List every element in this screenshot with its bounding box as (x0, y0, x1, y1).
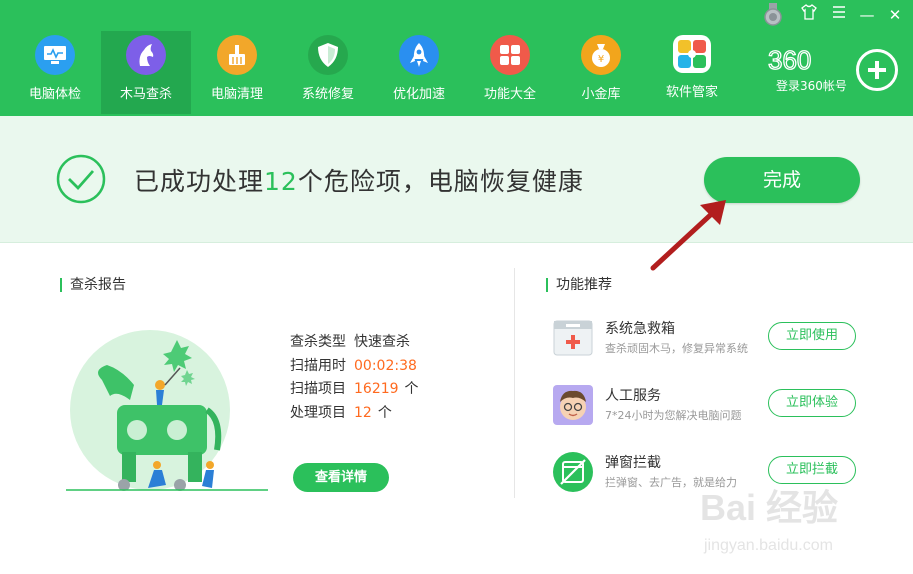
recommend-title: 功能推荐 (546, 278, 612, 292)
brand-logo: 360 (768, 48, 812, 72)
nav-item-software-manager[interactable]: 软件管家 (647, 31, 737, 114)
result-banner: 已成功处理12个危险项，电脑恢复健康 完成 (0, 116, 913, 243)
nav-item-trojan-scan[interactable]: 木马查杀 (101, 31, 191, 114)
nav-label: 电脑体检 (28, 87, 81, 102)
headline-count: 12 (264, 167, 298, 196)
shirt-icon (801, 4, 817, 20)
nav-label: 小金库 (581, 87, 621, 102)
brand-logo-text: 360 (768, 48, 811, 72)
headline-suffix: 个危险项，电脑恢复健康 (297, 167, 584, 196)
stat-unit: 个 (377, 404, 392, 421)
top-toolbar: — ✕ 电脑体检 木马查杀 电脑清理 系统修复 优化加速 功能大全 ¥ 小金库 … (0, 0, 913, 116)
close-button[interactable]: ✕ (884, 4, 906, 26)
stat-label: 扫描项目 (290, 381, 346, 397)
feature-first-aid: 系统急救箱 查杀顽固木马，修复异常系统 立即使用 (552, 317, 882, 361)
rocket-icon (399, 35, 439, 75)
view-details-button[interactable]: 查看详情 (293, 463, 389, 492)
trojan-horse-illustration (66, 330, 268, 491)
nav-label: 电脑清理 (210, 87, 263, 102)
add-account-button[interactable] (856, 49, 898, 91)
report-title: 查杀报告 (60, 278, 126, 292)
svg-text:¥: ¥ (598, 54, 604, 65)
popup-block-icon (553, 452, 593, 492)
plus-icon (868, 61, 886, 79)
try-now-button[interactable]: 立即体验 (768, 389, 856, 417)
watermark-text: Bai 经验 (700, 487, 838, 528)
stat-value: 12 (354, 404, 372, 421)
support-agent-icon (553, 385, 593, 425)
feature-desc: 查杀顽固木马，修复异常系统 (605, 342, 748, 355)
nav-label: 功能大全 (483, 87, 536, 102)
stat-unit: 个 (404, 381, 419, 397)
nav-item-repair[interactable]: 系统修复 (283, 31, 373, 114)
minimize-button[interactable]: — (856, 4, 878, 26)
stat-label: 处理项目 (290, 404, 346, 421)
scan-stats: 查杀类型 快速查杀 扫描用时 00:02:38 扫描项目 16219 个 处理项目 12 个 (290, 331, 419, 425)
nav-item-vault[interactable]: ¥ 小金库 (556, 31, 646, 114)
result-headline: 已成功处理12个危险项，电脑恢复健康 (134, 162, 584, 198)
headline-prefix: 已成功处理 (134, 167, 265, 196)
check-circle-icon (56, 154, 106, 204)
section-divider (514, 268, 515, 498)
stat-value: 00:02:38 (354, 357, 417, 374)
nav-label: 木马查杀 (119, 87, 172, 102)
stat-row-type: 查杀类型 快速查杀 (290, 331, 419, 355)
stat-row-time: 扫描用时 00:02:38 (290, 355, 419, 379)
broom-icon (217, 35, 257, 75)
annotation-arrow (650, 200, 726, 271)
nav-item-speedup[interactable]: 优化加速 (374, 31, 464, 114)
stat-row-handled: 处理项目 12 个 (290, 402, 419, 426)
menu-icon (833, 6, 845, 18)
first-aid-kit-icon (553, 320, 593, 356)
skin-button[interactable] (798, 4, 820, 26)
shield-icon (308, 35, 348, 75)
feature-desc: 7*24小时为您解决电脑问题 (605, 409, 742, 422)
monitor-icon (35, 35, 75, 75)
baidu-watermark: Bai 经验 jingyan.baidu.com (700, 487, 838, 554)
stat-value: 16219 (354, 381, 399, 397)
nav-label: 软件管家 (665, 85, 718, 100)
nav-label: 系统修复 (301, 87, 354, 102)
grid-icon (490, 35, 530, 75)
use-now-button[interactable]: 立即使用 (768, 322, 856, 350)
money-bag-icon: ¥ (581, 35, 621, 75)
feature-name: 弹窗拦截 (605, 455, 661, 471)
menu-button[interactable] (828, 4, 850, 26)
medal-icon[interactable] (762, 3, 784, 27)
horse-icon (126, 35, 166, 75)
nav-item-checkup[interactable]: 电脑体检 (10, 31, 100, 114)
stat-value: 快速查杀 (354, 334, 410, 350)
stat-row-scanned: 扫描项目 16219 个 (290, 378, 419, 402)
stat-label: 查杀类型 (290, 334, 346, 350)
feature-human-service: 人工服务 7*24小时为您解决电脑问题 立即体验 (552, 384, 882, 428)
stat-label: 扫描用时 (290, 357, 346, 374)
nav-label: 优化加速 (392, 87, 445, 102)
flower-icon (673, 35, 711, 73)
login-link[interactable]: 登录360帐号 (776, 77, 847, 94)
nav-item-all-features[interactable]: 功能大全 (465, 31, 555, 114)
nav-item-cleanup[interactable]: 电脑清理 (192, 31, 282, 114)
feature-name: 系统急救箱 (605, 321, 675, 337)
watermark-sub: jingyan.baidu.com (703, 537, 833, 554)
feature-name: 人工服务 (605, 388, 661, 404)
